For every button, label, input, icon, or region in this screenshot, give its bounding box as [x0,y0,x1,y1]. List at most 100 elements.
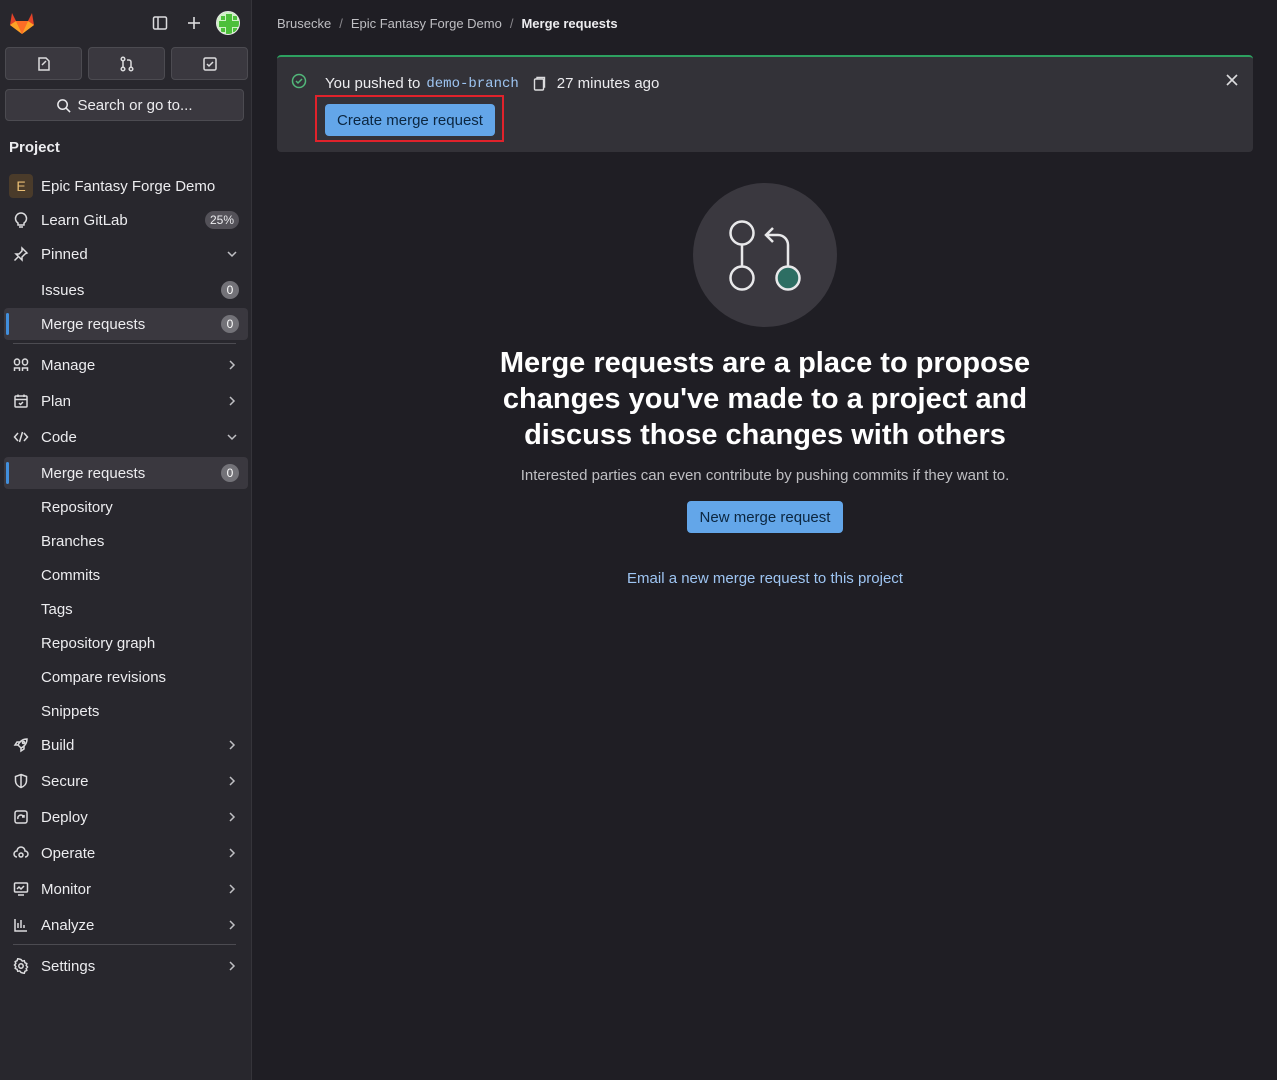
section-title: Project [9,139,60,156]
sidebar-item-label: Tags [41,600,73,618]
code-icon [12,428,30,446]
breadcrumb-item-current[interactable]: Merge requests [521,16,617,31]
merge-requests-shortcut-button[interactable] [88,47,165,80]
sidebar-item-learn-gitlab[interactable]: Learn GitLab 25% [4,204,248,236]
sidebar-item-label: Branches [41,532,105,550]
sidebar-item-operate[interactable]: Operate [4,837,248,869]
count-badge: 0 [221,315,239,333]
sidebar-item-project[interactable]: E Epic Fantasy Forge Demo [4,170,248,202]
divider [13,944,236,945]
breadcrumb: Brusecke / Epic Fantasy Forge Demo / Mer… [277,16,618,31]
rocket-icon [12,736,30,754]
sidebar-item-label: Build [41,736,75,754]
sidebar-item-label: Secure [41,772,89,790]
search-icon [57,98,72,113]
sidebar-item-plan[interactable]: Plan [4,385,248,417]
sidebar-item-label: Operate [41,844,96,862]
chevron-right-icon [226,847,238,859]
monitor-icon [12,880,30,898]
sidebar-item-repository[interactable]: Repository [4,491,248,523]
sidebar-item-label: Manage [41,356,96,374]
sidebar-item-label: Issues [41,281,85,299]
chevron-right-icon [226,960,238,972]
count-badge: 0 [221,464,239,482]
sidebar-item-repository-graph[interactable]: Repository graph [4,627,248,659]
sidebar-item-label: Monitor [41,880,92,898]
sidebar-item-deploy[interactable]: Deploy [4,801,248,833]
issues-shortcut-button[interactable] [5,47,82,80]
sidebar-item-label: Merge requests [41,464,146,482]
todo-shortcut-button[interactable] [171,47,248,80]
divider [13,343,236,344]
cloud-gear-icon [12,844,30,862]
sidebar-item-code[interactable]: Code [4,421,248,453]
breadcrumb-separator: / [339,16,343,31]
sidebar-item-commits[interactable]: Commits [4,559,248,591]
sidebar-item-pinned[interactable]: Pinned [4,238,248,270]
sidebar-item-branches[interactable]: Branches [4,525,248,557]
sidebar-item-label: Commits [41,566,101,584]
sidebar: Search or go to... Project E Epic Fantas… [0,0,252,1080]
sidebar-item-snippets[interactable]: Snippets [4,695,248,727]
sidebar-item-issues[interactable]: Issues 0 [4,274,248,306]
branch-name[interactable]: demo-branch [424,76,520,92]
new-merge-request-button[interactable]: New merge request [686,501,844,533]
chevron-down-icon [226,248,238,260]
gear-icon [12,957,30,975]
alert-message: You pushed to demo-branch 27 minutes ago [325,75,659,92]
plus-icon[interactable] [184,13,204,33]
empty-state-title: Merge requests are a place to propose ch… [499,347,1031,451]
breadcrumb-item-group[interactable]: Brusecke [277,16,331,31]
merge-request-illustration [693,183,837,327]
sidebar-item-analyze[interactable]: Analyze [4,909,248,941]
sidebar-item-label: Compare revisions [41,668,167,686]
chevron-right-icon [226,395,238,407]
alert-prefix: You pushed to [325,75,421,92]
chevron-right-icon [226,775,238,787]
sidebar-item-label: Settings [41,957,96,975]
alert-time: 27 minutes ago [556,75,660,92]
breadcrumb-separator: / [509,16,514,31]
sidebar-item-label: Snippets [41,702,100,720]
breadcrumb-item-project[interactable]: Epic Fantasy Forge Demo [351,16,502,31]
sidebar-item-pinned-merge-requests[interactable]: Merge requests 0 [4,308,248,340]
gitlab-logo-icon[interactable] [9,11,35,35]
users-icon [12,356,30,374]
sidebar-item-build[interactable]: Build [4,729,248,761]
sidebar-item-monitor[interactable]: Monitor [4,873,248,905]
sidebar-item-label: Learn GitLab [41,211,128,229]
email-merge-request-link[interactable]: Email a new merge request to this projec… [253,570,1277,587]
sidebar-item-code-merge-requests[interactable]: Merge requests 0 [4,457,248,489]
search-label: Search or go to... [77,96,193,114]
sidebar-item-label: Plan [41,392,72,410]
sidebar-item-settings[interactable]: Settings [4,950,248,982]
quick-actions [5,47,248,80]
project-avatar: E [9,174,33,198]
sidebar-item-compare-revisions[interactable]: Compare revisions [4,661,248,693]
chart-icon [12,916,30,934]
sidebar-item-label: Merge requests [41,315,146,333]
chevron-right-icon [226,919,238,931]
sidebar-item-label: Epic Fantasy Forge Demo [41,177,216,195]
empty-state-subtitle: Interested parties can even contribute b… [520,467,1010,484]
sidebar-item-label: Repository graph [41,634,156,652]
deploy-icon [12,808,30,826]
main-content: Brusecke / Epic Fantasy Forge Demo / Mer… [253,0,1277,1080]
sidebar-item-tags[interactable]: Tags [4,593,248,625]
sidebar-item-secure[interactable]: Secure [4,765,248,797]
merge-request-icon [119,55,134,72]
chevron-right-icon [226,811,238,823]
user-avatar[interactable] [216,11,240,35]
copy-icon[interactable] [533,76,547,91]
sidebar-item-label: Deploy [41,808,88,826]
thumbtack-icon [12,245,30,263]
sidebar-item-label: Code [41,428,77,446]
chevron-right-icon [226,883,238,895]
toggle-sidebar-icon[interactable] [150,13,170,33]
create-merge-request-button[interactable]: Create merge request [325,104,495,136]
lightbulb-icon [12,211,30,229]
search-button[interactable]: Search or go to... [5,89,244,121]
issues-icon [37,56,50,71]
close-icon[interactable] [1225,73,1239,90]
sidebar-item-manage[interactable]: Manage [4,349,248,381]
